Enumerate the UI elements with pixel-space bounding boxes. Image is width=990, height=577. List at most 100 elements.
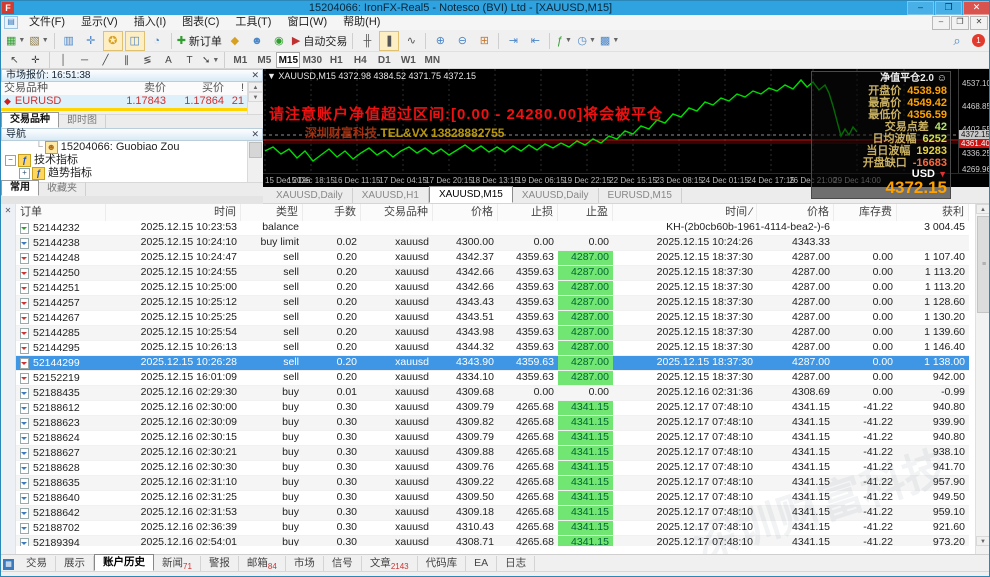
mdi-close-button[interactable]: ✕ <box>970 15 988 30</box>
mw-tab-1[interactable]: 即时图 <box>59 114 106 128</box>
timeframe-d1[interactable]: D1 <box>372 52 396 68</box>
label-tool[interactable]: T <box>180 52 199 68</box>
line-chart-button[interactable]: ∿ <box>401 31 421 51</box>
new-chart-button[interactable]: ▦ ▼ <box>5 31 26 51</box>
close-button[interactable]: ✕ <box>963 1 989 15</box>
timeframe-mn[interactable]: MN <box>420 52 444 68</box>
channel-tool[interactable]: ∥ <box>117 52 136 68</box>
algo-trading-button[interactable]: ▶ 自动交易 <box>291 31 348 51</box>
menu-item-4[interactable]: 工具(T) <box>227 15 279 30</box>
bottom-tab-5[interactable]: 邮箱84 <box>239 556 286 571</box>
new-order-button[interactable]: ✚ 新订单 <box>176 31 223 51</box>
bottom-tab-6[interactable]: 市场 <box>286 556 324 571</box>
text-tool[interactable]: A <box>159 52 178 68</box>
bottom-tab-11[interactable]: 日志 <box>497 556 536 571</box>
scroll-thumb[interactable] <box>249 142 262 158</box>
nav-item-0[interactable]: └ ☻ 15204066: Guobiao Zou <box>1 141 247 154</box>
bottom-tab-10[interactable]: EA <box>466 556 498 571</box>
order-row[interactable]: 52144285 2025.12.15 10:25:54 sell 0.20 xauus… <box>16 326 969 341</box>
menu-item-5[interactable]: 窗口(W) <box>279 15 335 30</box>
periods-button[interactable]: ◷ ▼ <box>576 31 597 51</box>
menu-item-6[interactable]: 帮助(H) <box>335 15 388 30</box>
menu-item-2[interactable]: 插入(I) <box>126 15 174 30</box>
panel-splitter[interactable] <box>1 196 263 204</box>
chat-button[interactable]: ☻ <box>247 31 267 51</box>
navigator-toggle[interactable]: ✪ <box>102 30 123 51</box>
timeframe-h1[interactable]: H1 <box>324 52 348 68</box>
dropdown-arrow-icon[interactable]: ▼ <box>42 37 49 44</box>
depth-of-market-button[interactable]: ◆ <box>225 31 245 51</box>
notification-badge[interactable]: 1 <box>972 34 985 47</box>
orders-col-10[interactable]: 库存费 <box>834 204 897 221</box>
crosshair-tool[interactable]: ✛ <box>26 52 45 68</box>
orders-col-5[interactable]: 价格 <box>433 204 498 221</box>
nav-tab-1[interactable]: 收藏夹 <box>39 182 86 196</box>
scroll-down-icon[interactable]: ▼ <box>248 92 263 102</box>
timeframe-m30[interactable]: M30 <box>300 52 324 68</box>
tree-expander-icon[interactable]: + <box>19 168 30 179</box>
menu-item-3[interactable]: 图表(C) <box>174 15 227 30</box>
timeframe-m15[interactable]: M15 <box>276 52 301 68</box>
dropdown-arrow-icon[interactable]: ▼ <box>589 37 596 44</box>
mw-tab-0[interactable]: 交易品种 <box>1 112 59 128</box>
bottom-tab-3[interactable]: 新闻71 <box>154 556 201 571</box>
order-row[interactable]: 52188702 2025.12.16 02:36:39 buy 0.30 xauusd… <box>16 521 969 536</box>
order-row[interactable]: 52144238 2025.12.15 10:24:10 buy limit 0.02… <box>16 236 969 251</box>
bottom-tab-1[interactable]: 展示 <box>56 556 94 571</box>
hline-tool[interactable]: ─ <box>75 52 94 68</box>
order-row[interactable]: 52188642 2025.12.16 02:31:53 buy 0.30 xauusd… <box>16 506 969 521</box>
mdi-restore-button[interactable]: ❐ <box>951 15 969 30</box>
nav-item-1[interactable]: − ƒ 技术指标 <box>1 154 247 167</box>
menu-item-1[interactable]: 显示(V) <box>73 15 126 30</box>
order-row[interactable]: 52188435 2025.12.16 02:29:30 buy 0.01 xauusd… <box>16 386 969 401</box>
timeframe-h4[interactable]: H4 <box>348 52 372 68</box>
data-window-toggle[interactable]: ✛ <box>81 31 101 51</box>
order-row[interactable]: 52188628 2025.12.16 02:30:30 buy 0.30 xauusd… <box>16 461 969 476</box>
timeframe-m5[interactable]: M5 <box>252 52 276 68</box>
dropdown-arrow-icon[interactable]: ▼ <box>565 37 572 44</box>
mdi-minimize-button[interactable]: – <box>932 15 950 30</box>
order-row[interactable]: 52144267 2025.12.15 10:25:25 sell 0.20 xauus… <box>16 311 969 326</box>
orders-col-7[interactable]: 止盈 <box>558 204 613 221</box>
chart-tab-2[interactable]: XAUUSD,M15 <box>428 186 513 203</box>
bottom-tab-2[interactable]: 账户历史 <box>94 554 154 571</box>
bottom-tab-8[interactable]: 文章2143 <box>362 556 418 571</box>
orders-scrollbar[interactable]: ▲ ≡ ▼ <box>975 204 989 554</box>
auto-scroll-button[interactable]: ⇥ <box>503 31 523 51</box>
order-row[interactable]: 52144251 2025.12.15 10:25:00 sell 0.20 xauus… <box>16 281 969 296</box>
order-row[interactable]: 52144250 2025.12.15 10:24:55 sell 0.20 xauus… <box>16 266 969 281</box>
templates-button[interactable]: ▩ ▼ <box>599 31 620 51</box>
trendline-tool[interactable]: ╱ <box>96 52 115 68</box>
scroll-thumb[interactable]: ≡ <box>977 216 989 313</box>
bottom-tab-0[interactable]: 交易 <box>18 556 56 571</box>
order-row[interactable]: 52144257 2025.12.15 10:25:12 sell 0.20 xauus… <box>16 296 969 311</box>
market-watch-toggle[interactable]: ▥ <box>59 31 79 51</box>
toolbox-toggle[interactable]: ◫ <box>124 30 145 51</box>
order-row[interactable]: 52189394 2025.12.16 02:54:01 buy 0.30 xauusd… <box>16 536 969 546</box>
community-button[interactable]: ◉ <box>269 31 289 51</box>
nav-item-2[interactable]: + ƒ 趋势指标 <box>1 167 247 180</box>
indicators-button[interactable]: ƒ ▼ <box>554 31 574 51</box>
order-row[interactable]: 52152219 2025.12.15 16:01:09 sell 0.20 xauus… <box>16 371 969 386</box>
timeframe-m1[interactable]: M1 <box>228 52 252 68</box>
bottom-tab-4[interactable]: 警报 <box>201 556 239 571</box>
fibonacci-tool[interactable]: ≶ <box>138 52 157 68</box>
zoom-in-button[interactable]: ⊕ <box>430 31 450 51</box>
navigator-scrollbar[interactable] <box>247 141 263 182</box>
navigator-close-icon[interactable]: ✕ <box>251 129 259 140</box>
chart-tab-3[interactable]: XAUUSD,Daily <box>513 188 599 203</box>
orders-col-3[interactable]: 手数 <box>303 204 361 221</box>
order-row[interactable]: 52144299 2025.12.15 10:26:28 sell 0.20 xauus… <box>16 356 969 371</box>
nav-tab-0[interactable]: 常用 <box>1 180 39 196</box>
chart-shift-button[interactable]: ⇤ <box>525 31 545 51</box>
chart-area[interactable]: ▼ XAUUSD,M15 4372.98 4384.52 4371.75 437… <box>263 69 989 199</box>
cursor-tool[interactable]: ↖ <box>5 52 24 68</box>
order-row[interactable]: 52188627 2025.12.16 02:30:21 buy 0.30 xauusd… <box>16 446 969 461</box>
timeframe-w1[interactable]: W1 <box>396 52 420 68</box>
market-watch-close-icon[interactable]: ✕ <box>251 70 259 81</box>
vline-tool[interactable]: │ <box>54 52 73 68</box>
orders-col-8[interactable]: 时间 ∕ <box>613 204 757 221</box>
chart-tab-0[interactable]: XAUUSD,Daily <box>267 188 353 203</box>
dropdown-arrow-icon[interactable]: ▼ <box>212 57 219 64</box>
chart-tab-1[interactable]: XAUUSD,H1 <box>353 188 429 203</box>
